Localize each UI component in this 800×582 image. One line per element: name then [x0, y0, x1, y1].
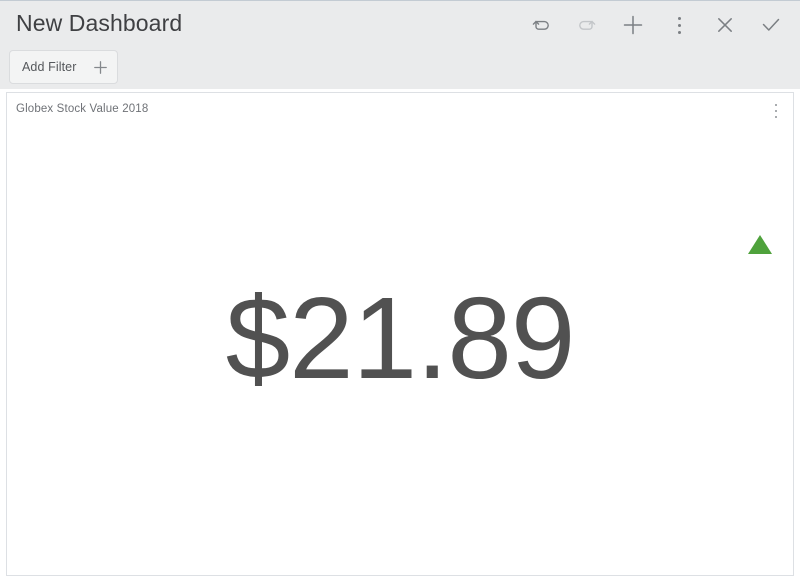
redo-icon: [576, 14, 598, 36]
add-filter-button[interactable]: Add Filter: [9, 50, 118, 84]
redo-button[interactable]: [564, 4, 610, 46]
toolbar-actions: [518, 3, 794, 47]
cancel-button[interactable]: [702, 4, 748, 46]
plus-icon: [93, 60, 108, 75]
undo-button[interactable]: [518, 4, 564, 46]
panel-title: Globex Stock Value 2018: [16, 103, 149, 115]
toolbar-more-button[interactable]: [656, 4, 702, 46]
metric-value: $21.89: [225, 273, 576, 403]
metric-value-container: $21.89: [7, 93, 793, 575]
undo-icon: [530, 14, 552, 36]
panel-header: Globex Stock Value 2018: [7, 93, 793, 129]
close-icon: [714, 14, 736, 36]
kebab-menu-icon: [677, 15, 681, 36]
kebab-menu-icon: [774, 102, 778, 120]
dashboard-app: New Dashboard Add Filter Globex Stock Va…: [0, 0, 800, 582]
add-panel-button[interactable]: [610, 4, 656, 46]
add-filter-label: Add Filter: [22, 60, 77, 74]
checkmark-icon: [759, 13, 783, 37]
filter-bar: Add Filter: [9, 49, 118, 85]
save-button[interactable]: [748, 4, 794, 46]
panel-menu-button[interactable]: [765, 100, 787, 122]
dashboard-toolbar: New Dashboard Add Filter: [0, 0, 800, 89]
metric-panel: Globex Stock Value 2018 $21.89: [6, 92, 794, 576]
plus-icon: [621, 13, 645, 37]
triangle-up-icon: [748, 235, 772, 254]
dashboard-title: New Dashboard: [16, 10, 183, 36]
